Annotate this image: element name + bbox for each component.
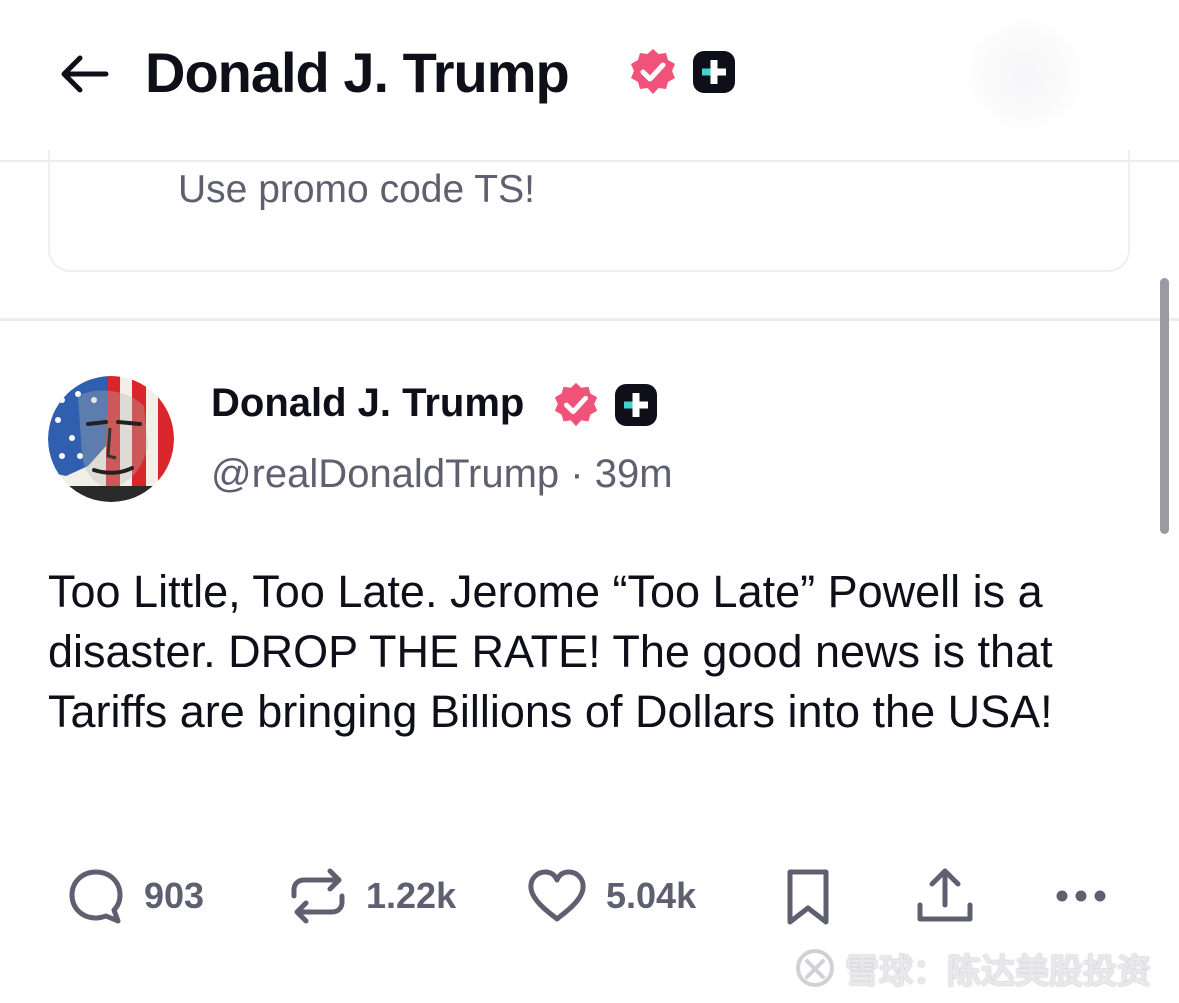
divider [0,318,1179,321]
retruth-count: 1.22k [366,875,457,916]
meta-separator: · [570,452,584,496]
bookmark-icon [787,869,829,925]
reply-button[interactable]: 903 [66,866,204,926]
avatar[interactable] [48,376,174,502]
reply-count: 903 [144,875,205,916]
page-title: Donald J. Trump [145,41,570,104]
retruth-button[interactable]: 1.22k [288,866,456,926]
plus-badge-icon [615,384,657,426]
watermark-text: 雪球：陈达美股投资 [845,952,1151,991]
top-header: Donald J. Trump [0,0,1179,162]
more-options-button[interactable] [1052,866,1114,926]
header-blurred-avatar [965,20,1085,130]
like-button[interactable]: 5.04k [526,866,696,926]
truth-social-post-page: Donald J. Trump Use promo code TS! Donal… [0,0,1179,1003]
watermark: 雪球：陈达美股投资 [795,944,1151,992]
post-body: Too Little, Too Late. Jerome “Too Late” … [48,566,1053,737]
arrow-left-icon [61,55,109,93]
post-time[interactable]: 39m [595,452,673,496]
plus-badge-icon [693,51,735,93]
verified-badge-icon [631,49,675,94]
back-button[interactable] [56,48,112,100]
scrollbar[interactable] [1160,278,1169,534]
author-name[interactable]: Donald J. Trump [211,381,524,426]
bookmark-button[interactable] [778,866,838,926]
like-count: 5.04k [606,875,697,916]
heart-icon [528,869,586,922]
more-dots-icon [1056,890,1106,902]
snowball-logo-icon [796,949,834,987]
promo-text: Use promo code TS! [178,168,535,211]
verified-badge-icon [554,382,598,427]
author-handle[interactable]: @realDonaldTrump [211,452,559,496]
comment-bubble-icon [69,869,123,924]
avatar-image [48,376,174,502]
post-meta: @realDonaldTrump · 39m [211,452,673,497]
repost-icon [291,868,345,924]
share-icon [917,868,973,922]
share-button[interactable] [914,866,976,926]
